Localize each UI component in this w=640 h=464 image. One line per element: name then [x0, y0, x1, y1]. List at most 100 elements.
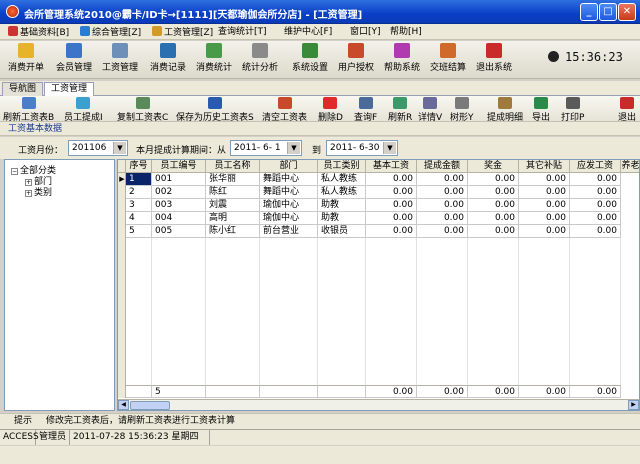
col-header-pension[interactable]: 养老	[621, 160, 639, 173]
cell-gross-pay[interactable]: 0.00	[570, 212, 621, 225]
tab-salary-manage[interactable]: 工资管理	[44, 82, 95, 96]
commission-details-button[interactable]: 提成明细	[487, 97, 523, 123]
cell-emp-id[interactable]: 001	[152, 173, 206, 186]
export-button[interactable]: 导出	[532, 97, 550, 123]
menu-maintenance[interactable]: 维护中心[F]	[284, 26, 332, 39]
refresh-salary-button[interactable]: 刷新工资表B	[3, 97, 54, 123]
shift-settle-button[interactable]: 交班结算	[430, 43, 466, 73]
cell-emp-name[interactable]: 陈红	[206, 186, 260, 199]
consume-stats-button[interactable]: 消费统计	[196, 43, 232, 73]
cell-commission[interactable]: 0.00	[417, 173, 468, 186]
cell-emp-type[interactable]: 私人教练	[318, 173, 366, 186]
col-header-base-salary[interactable]: 基本工资	[366, 160, 417, 173]
cell-department[interactable]: 瑜伽中心	[260, 199, 318, 212]
scroll-left-icon[interactable]: ◀	[118, 400, 129, 410]
cell-emp-id[interactable]: 002	[152, 186, 206, 199]
member-manage-button[interactable]: 会员管理	[56, 43, 92, 73]
maximize-button[interactable]: □	[599, 3, 617, 21]
cell-base-salary[interactable]: 0.00	[366, 225, 417, 238]
employee-commission-button[interactable]: 员工提成I	[64, 97, 103, 123]
cell-department[interactable]: 舞蹈中心	[260, 173, 318, 186]
cell-bonus[interactable]: 0.00	[468, 199, 519, 212]
cell-emp-id[interactable]: 003	[152, 199, 206, 212]
cell-commission[interactable]: 0.00	[417, 212, 468, 225]
cell-base-salary[interactable]: 0.00	[366, 173, 417, 186]
close-button[interactable]: ✕	[618, 3, 636, 21]
col-header-allowance[interactable]: 其它补贴	[519, 160, 570, 173]
cell-bonus[interactable]: 0.00	[468, 225, 519, 238]
cell-gross-pay[interactable]: 0.00	[570, 199, 621, 212]
cell-index[interactable]: 5	[126, 225, 152, 238]
cell-emp-id[interactable]: 005	[152, 225, 206, 238]
clear-salary-button[interactable]: 清空工资表	[262, 97, 307, 123]
consume-order-button[interactable]: 消费开单	[8, 43, 44, 73]
cell-department[interactable]: 瑜伽中心	[260, 212, 318, 225]
horizontal-scrollbar[interactable]: ◀ ▶	[118, 399, 639, 410]
cell-base-salary[interactable]: 0.00	[366, 212, 417, 225]
col-header-emp-type[interactable]: 员工类别	[318, 160, 366, 173]
delete-button[interactable]: 删除D	[318, 97, 343, 123]
tree-node-category[interactable]: + 类别	[25, 185, 52, 198]
collapse-icon[interactable]: −	[11, 168, 18, 175]
tree-view-button[interactable]: 树形Y	[450, 97, 474, 123]
cell-index[interactable]: 1	[126, 173, 152, 186]
tab-navigation[interactable]: 导航图	[2, 82, 44, 96]
expand-icon[interactable]: +	[25, 190, 32, 197]
cell-index[interactable]: 3	[126, 199, 152, 212]
cell-allowance[interactable]: 0.00	[519, 186, 570, 199]
scroll-right-icon[interactable]: ▶	[628, 400, 639, 410]
cell-allowance[interactable]: 0.00	[519, 225, 570, 238]
system-settings-button[interactable]: 系统设置	[292, 43, 328, 73]
cell-allowance[interactable]: 0.00	[519, 212, 570, 225]
menu-help[interactable]: 帮助[H]	[390, 26, 422, 39]
minimize-button[interactable]: _	[580, 3, 598, 21]
month-select[interactable]: 201106 ▼	[68, 140, 128, 156]
col-header-emp-id[interactable]: 员工编号	[152, 160, 206, 173]
cell-emp-name[interactable]: 张华丽	[206, 173, 260, 186]
cell-allowance[interactable]: 0.00	[519, 199, 570, 212]
cell-emp-type[interactable]: 私人教练	[318, 186, 366, 199]
cell-index[interactable]: 4	[126, 212, 152, 225]
menu-salary[interactable]: 工资管理[Z]	[152, 26, 213, 39]
cell-commission[interactable]: 0.00	[417, 199, 468, 212]
cell-commission[interactable]: 0.00	[417, 186, 468, 199]
exit-system-button[interactable]: 退出系统	[476, 43, 512, 73]
cell-gross-pay[interactable]: 0.00	[570, 225, 621, 238]
cell-emp-name[interactable]: 高明	[206, 212, 260, 225]
col-header-commission[interactable]: 提成金额	[417, 160, 468, 173]
col-header-emp-name[interactable]: 员工名称	[206, 160, 260, 173]
cell-emp-type[interactable]: 助教	[318, 212, 366, 225]
col-header-department[interactable]: 部门	[260, 160, 318, 173]
exit-button[interactable]: 退出	[618, 97, 636, 123]
col-header-bonus[interactable]: 奖金	[468, 160, 519, 173]
help-system-button[interactable]: 帮助系统	[384, 43, 420, 73]
col-header-index[interactable]: 序号	[126, 160, 152, 173]
menu-comprehensive[interactable]: 综合管理[Z]	[80, 26, 141, 39]
cell-emp-id[interactable]: 004	[152, 212, 206, 225]
copy-salary-button[interactable]: 复制工资表C	[117, 97, 168, 123]
cell-bonus[interactable]: 0.00	[468, 173, 519, 186]
refresh-button[interactable]: 刷新R	[388, 97, 412, 123]
cell-gross-pay[interactable]: 0.00	[570, 173, 621, 186]
col-header-gross-pay[interactable]: 应发工资	[570, 160, 621, 173]
salary-manage-button[interactable]: 工资管理	[102, 43, 138, 73]
cell-index[interactable]: 2	[126, 186, 152, 199]
menu-window[interactable]: 窗口[Y]	[350, 26, 381, 39]
date-from-select[interactable]: 2011- 6- 1 ▼	[230, 140, 302, 156]
cell-base-salary[interactable]: 0.00	[366, 186, 417, 199]
cell-emp-type[interactable]: 收银员	[318, 225, 366, 238]
cell-bonus[interactable]: 0.00	[468, 186, 519, 199]
cell-emp-type[interactable]: 助教	[318, 199, 366, 212]
cell-allowance[interactable]: 0.00	[519, 173, 570, 186]
stats-analysis-button[interactable]: 统计分析	[242, 43, 278, 73]
print-button[interactable]: 打印P	[561, 97, 584, 123]
cell-emp-name[interactable]: 陈小红	[206, 225, 260, 238]
menu-basic-data[interactable]: 基础资料[B]	[8, 26, 69, 39]
cell-department[interactable]: 舞蹈中心	[260, 186, 318, 199]
user-auth-button[interactable]: 用户授权	[338, 43, 374, 73]
consume-records-button[interactable]: 消费记录	[150, 43, 186, 73]
cell-commission[interactable]: 0.00	[417, 225, 468, 238]
cell-gross-pay[interactable]: 0.00	[570, 186, 621, 199]
save-history-button[interactable]: 保存为历史工资表S	[176, 97, 254, 123]
cell-bonus[interactable]: 0.00	[468, 212, 519, 225]
